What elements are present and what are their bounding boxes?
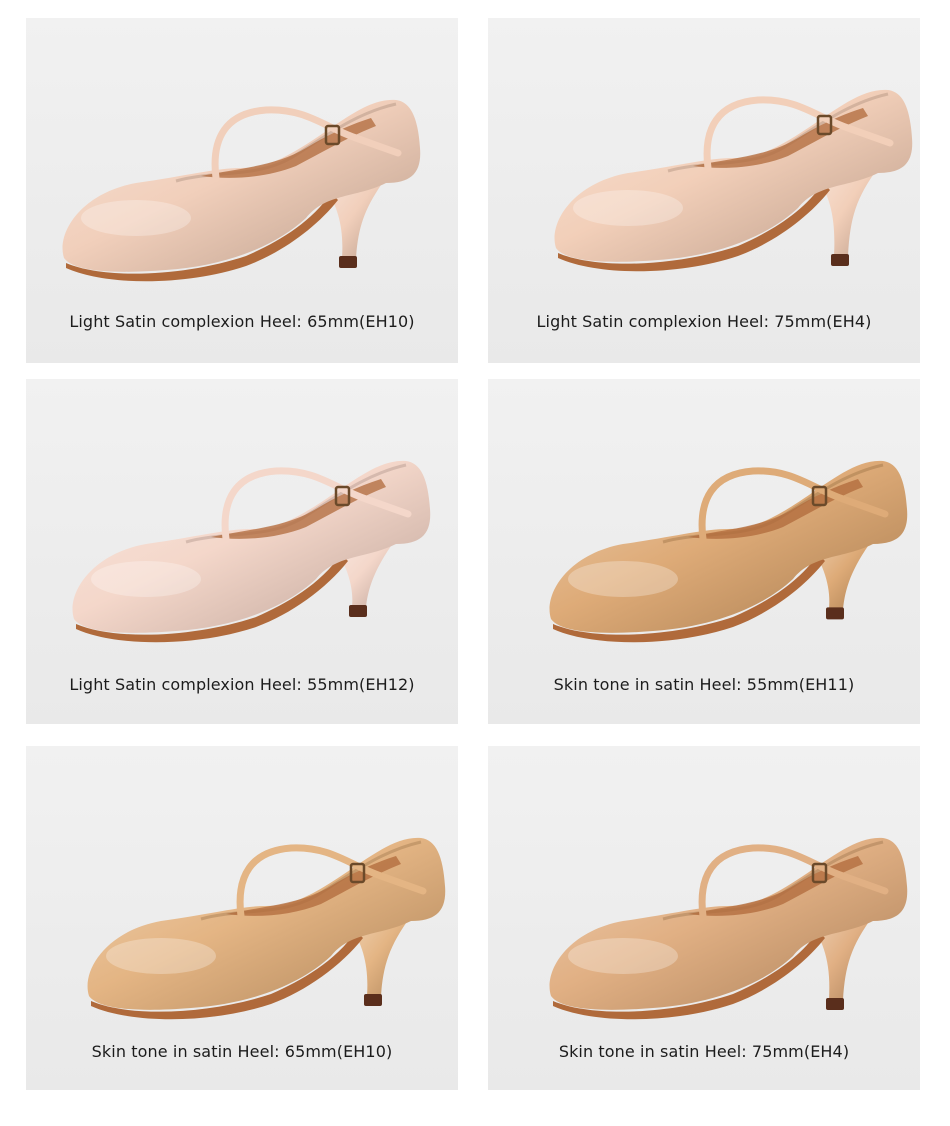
- heel-tip: [826, 998, 844, 1010]
- product-card-3[interactable]: Skin tone in satin Heel: 55mm(EH11): [488, 379, 920, 724]
- toe-highlight: [573, 190, 683, 226]
- product-caption: Skin tone in satin Heel: 55mm(EH11): [553, 675, 855, 694]
- product-card-1[interactable]: Light Satin complexion Heel: 75mm(EH4): [488, 18, 920, 363]
- shoe-image: [549, 460, 908, 643]
- shoe-figure: [549, 460, 908, 643]
- shoe-image: [554, 89, 913, 272]
- shoe-image: [62, 99, 421, 282]
- shoe-figure: [72, 460, 431, 643]
- shoe-image: [549, 837, 908, 1020]
- product-card-5[interactable]: Skin tone in satin Heel: 75mm(EH4): [488, 746, 920, 1090]
- heel-tip: [364, 994, 382, 1006]
- product-grid: Light Satin complexion Heel: 65mm(EH10) …: [0, 0, 950, 1126]
- toe-highlight: [81, 200, 191, 236]
- heel-tip: [826, 607, 844, 620]
- toe-highlight: [106, 938, 216, 974]
- heel-tip: [831, 254, 849, 266]
- shoe-figure: [549, 837, 908, 1020]
- product-card-0[interactable]: Light Satin complexion Heel: 65mm(EH10): [26, 18, 458, 363]
- shoe-figure: [554, 89, 913, 272]
- toe-highlight: [568, 938, 678, 974]
- toe-highlight: [91, 561, 201, 597]
- shoe-image: [72, 460, 431, 643]
- product-card-4[interactable]: Skin tone in satin Heel: 65mm(EH10): [26, 746, 458, 1090]
- product-caption: Skin tone in satin Heel: 65mm(EH10): [91, 1042, 393, 1061]
- product-caption: Skin tone in satin Heel: 75mm(EH4): [558, 1042, 850, 1061]
- heel-tip: [349, 605, 367, 617]
- shoe-image: [87, 837, 446, 1020]
- shoe-figure: [62, 99, 421, 282]
- toe-highlight: [568, 561, 678, 597]
- product-caption: Light Satin complexion Heel: 55mm(EH12): [69, 675, 415, 694]
- shoe-figure: [87, 837, 446, 1020]
- product-card-2[interactable]: Light Satin complexion Heel: 55mm(EH12): [26, 379, 458, 724]
- product-caption: Light Satin complexion Heel: 65mm(EH10): [69, 312, 415, 331]
- product-caption: Light Satin complexion Heel: 75mm(EH4): [536, 312, 872, 331]
- heel-tip: [339, 256, 357, 268]
